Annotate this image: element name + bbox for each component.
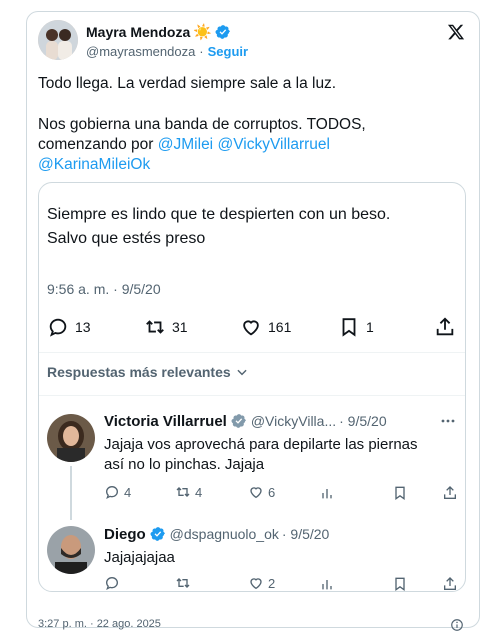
retweet-icon — [176, 578, 190, 588]
quoted-like-stat[interactable]: 161 — [240, 316, 291, 338]
reply-icon — [105, 485, 119, 499]
reply-1-handle[interactable]: @VickyVilla... — [251, 413, 336, 429]
author-handle-row: @mayrasmendoza · Seguir — [86, 43, 248, 59]
reply-2-retweet-stat[interactable] — [175, 575, 195, 591]
reply-1-text-line-1: Jajaja vos aprovechá para depilarte las … — [104, 436, 418, 453]
quoted-retweet-count: 31 — [172, 319, 188, 335]
sun-emoji-icon: ☀️ — [193, 24, 212, 41]
quoted-reply-stat[interactable]: 13 — [47, 316, 91, 338]
share-icon[interactable] — [442, 485, 458, 501]
quoted-text-line-2: Salvo que estés preso — [47, 230, 206, 247]
like-icon — [243, 320, 259, 336]
reply-1-reply-stat[interactable]: 4 — [104, 484, 131, 500]
quoted-text-line-1: Siempre es lindo que te despierten con u… — [47, 206, 391, 223]
bookmark-icon[interactable] — [392, 576, 408, 592]
x-logo-icon[interactable] — [447, 23, 465, 41]
reply-2-like-count: 2 — [268, 575, 276, 591]
more-icon[interactable] — [440, 416, 456, 426]
reply-2-text-line-1: Jajajajajaa — [104, 549, 175, 566]
mention-vickyvillarruel[interactable]: @VickyVillarruel — [217, 136, 330, 153]
tweet-timestamp[interactable]: 3:27 p. m. · 22 ago. 2025 — [38, 618, 161, 630]
quoted-bookmark-stat[interactable]: 1 — [338, 316, 374, 338]
share-icon — [436, 317, 454, 336]
chevron-down-icon — [237, 369, 247, 376]
retweet-icon — [146, 320, 164, 334]
verified-badge-icon — [215, 25, 230, 39]
quoted-retweet-stat[interactable]: 31 — [144, 316, 188, 338]
like-icon — [250, 487, 262, 499]
reply-1-retweet-stat[interactable]: 4 — [175, 484, 202, 500]
reply-1-reply-count: 4 — [124, 484, 132, 500]
share-icon[interactable] — [442, 576, 458, 592]
quoted-reply-count: 13 — [75, 319, 91, 335]
verified-badge-icon — [150, 527, 165, 541]
tweet-line-3: comenzando por @JMilei @VickyVillarruel — [38, 135, 330, 155]
retweet-icon — [176, 487, 190, 497]
mention-jmilei[interactable]: @JMilei — [158, 136, 213, 153]
reply-avatar-victoria[interactable] — [47, 414, 95, 462]
reply-icon — [49, 318, 67, 337]
reply-1-name[interactable]: Victoria Villarruel — [104, 413, 227, 430]
views-icon[interactable] — [319, 576, 335, 592]
quoted-timestamp[interactable]: 9:56 a. m. · 9/5/20 — [47, 281, 161, 297]
relevant-replies-toggle[interactable]: Respuestas más relevantes — [47, 363, 249, 381]
bookmark-icon[interactable] — [392, 485, 408, 501]
mention-karinamileiok[interactable]: @KarinaMileiOk — [38, 155, 150, 175]
views-icon[interactable] — [319, 485, 335, 501]
follow-button[interactable]: Seguir — [208, 44, 248, 59]
reply-1-header: Victoria Villarruel @VickyVilla... · 9/5… — [104, 412, 387, 430]
info-icon[interactable] — [450, 618, 464, 632]
quoted-like-count: 161 — [268, 319, 292, 335]
like-icon — [250, 578, 262, 590]
thread-line — [70, 466, 72, 520]
reply-1-like-count: 6 — [268, 484, 276, 500]
author-name-row: Mayra Mendoza ☀️ — [86, 23, 231, 41]
quoted-divider-top — [39, 352, 465, 353]
reply-2-header: Diego @dspagnuolo_ok · 9/5/20 — [104, 525, 329, 543]
handle-separator: · — [199, 43, 204, 59]
verified-badge-icon — [231, 414, 246, 428]
replies-divider — [39, 395, 465, 396]
tweet-line-2: Nos gobierna una banda de corruptos. TOD… — [38, 116, 366, 133]
reply-1-text-line-2: así no lo pinchas. Jajaja — [104, 456, 265, 473]
quoted-share-stat[interactable] — [434, 316, 462, 338]
reply-avatar-diego[interactable] — [47, 526, 95, 574]
quoted-bookmark-count: 1 — [366, 319, 374, 335]
reply-icon — [105, 576, 119, 590]
author-avatar[interactable] — [38, 20, 78, 60]
tweet-line-1: Todo llega. La verdad siempre sale a la … — [38, 75, 337, 92]
relevant-replies-label: Respuestas más relevantes — [47, 364, 231, 380]
bookmark-icon — [342, 318, 356, 337]
reply-1-date[interactable]: · 9/5/20 — [339, 413, 386, 429]
reply-2-date[interactable]: · 9/5/20 — [282, 526, 329, 542]
reply-1-like-stat[interactable]: 6 — [248, 484, 275, 500]
tweet-line-3-prefix: comenzando por — [38, 136, 158, 153]
author-handle[interactable]: @mayrasmendoza — [86, 44, 195, 59]
reply-2-name[interactable]: Diego — [104, 526, 146, 543]
reply-1-retweet-count: 4 — [195, 484, 203, 500]
reply-2-like-stat[interactable]: 2 — [248, 575, 275, 591]
reply-2-reply-stat[interactable] — [104, 575, 124, 591]
author-name[interactable]: Mayra Mendoza — [86, 24, 190, 40]
reply-2-handle[interactable]: @dspagnuolo_ok — [170, 526, 279, 542]
